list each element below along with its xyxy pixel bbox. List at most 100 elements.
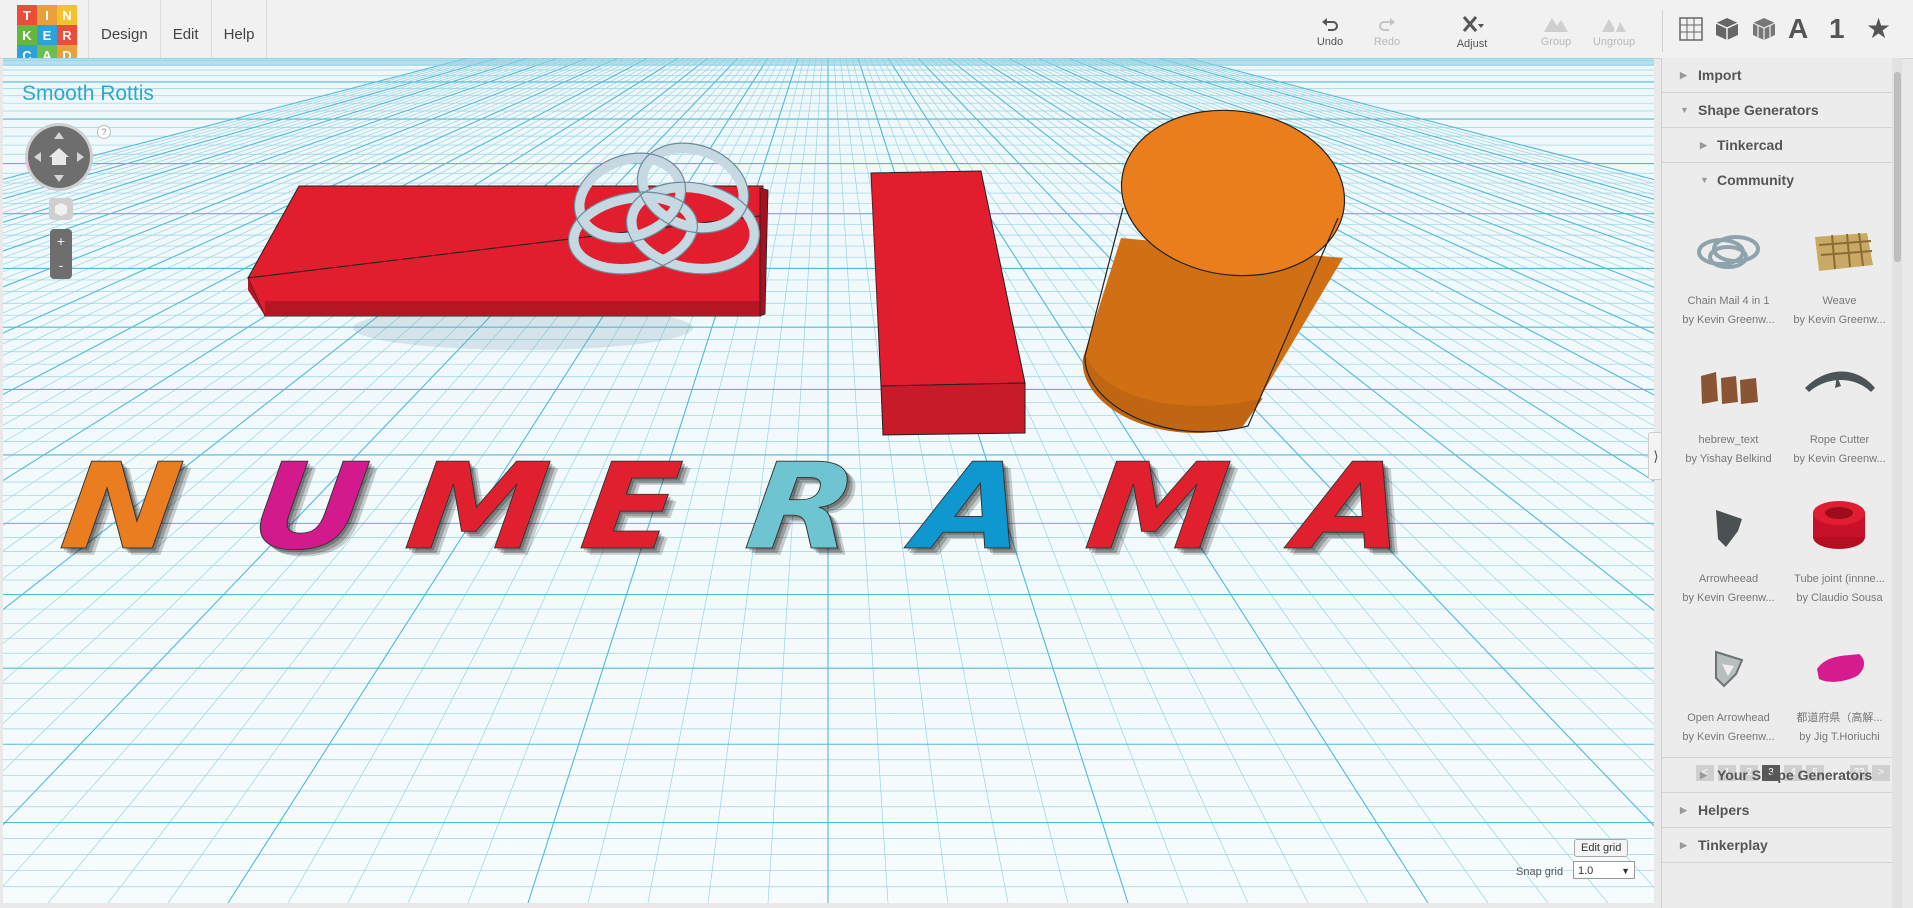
adjust-icon	[1462, 16, 1484, 32]
section-shape-generators-label: Shape Generators	[1698, 102, 1819, 118]
shape-card[interactable]: Arrowheead by Kevin Greenw...	[1676, 485, 1781, 608]
menu-edit[interactable]: Edit	[159, 0, 211, 58]
fit-view-button[interactable]	[49, 198, 73, 220]
canvas-letter[interactable]: U	[244, 438, 376, 577]
orbit-control[interactable]	[28, 126, 90, 188]
shape-card[interactable]: hebrew_textby Yishay Belkind	[1676, 346, 1781, 469]
tinkercad-logo[interactable]: TINKERCAD	[17, 5, 77, 65]
shape-author: by Kevin Greenw...	[1793, 314, 1886, 326]
shape-card[interactable]: Chain Mail 4 in 1 by Kevin Greenw...	[1676, 207, 1781, 330]
logo-letter: I	[37, 5, 57, 25]
shape-author: by Jig T.Horiuchi	[1799, 731, 1880, 743]
snap-grid-value: 1.0	[1578, 865, 1594, 877]
scrollbar-thumb[interactable]	[1894, 72, 1901, 262]
main-menu: Design Edit Help	[88, 0, 268, 58]
right-sidebar: ▶ Import ▼ Shape Generators ▶ Tinkercad ▼ Co…	[1661, 58, 1902, 908]
zoom-out-button[interactable]: -	[50, 254, 72, 279]
undo-label: Undo	[1316, 36, 1344, 48]
red-pillar-shape[interactable]	[870, 170, 1026, 436]
canvas-letter[interactable]: A	[909, 438, 1035, 577]
zoom-in-button[interactable]: +	[50, 229, 72, 254]
red-box-shape[interactable]	[247, 185, 769, 317]
shape-name: Open Arrowhead	[1687, 712, 1770, 724]
canvas-letter[interactable]: M	[1079, 438, 1236, 577]
number-tool-icon[interactable]: 1	[1829, 13, 1845, 45]
triangle-down-icon: ▼	[1700, 175, 1709, 185]
section-import-label: Import	[1698, 67, 1742, 83]
shape-card[interactable]: 都道府県（高解... by Jig T.Horiuchi	[1787, 624, 1892, 747]
shape-thumbnail	[1676, 624, 1781, 709]
shape-name: 都道府県（高解...	[1796, 712, 1883, 724]
logo-letter: T	[17, 5, 37, 25]
shape-thumbnail	[1787, 624, 1892, 709]
section-your-shape-generators-label: Your Shape Generators	[1717, 767, 1873, 783]
redo-button[interactable]: Redo	[1357, 14, 1417, 48]
shape-author: by Yishay Belkind	[1685, 453, 1772, 465]
shape-name: Arrowheead	[1698, 573, 1759, 585]
solid-cube-icon[interactable]	[1714, 16, 1740, 47]
canvas-letter[interactable]: A	[1289, 438, 1415, 577]
adjust-button[interactable]: Adjust	[1442, 14, 1502, 50]
shape-author: by Kevin Greenw...	[1682, 314, 1775, 326]
section-your-shape-generators[interactable]: ▶ Your Shape Generators	[1662, 757, 1902, 793]
workplane-grid-icon[interactable]	[1678, 16, 1704, 47]
shape-name: Weave	[1822, 295, 1857, 307]
numerama-text[interactable]: NUMERAMA	[54, 438, 1503, 577]
project-title[interactable]: Smooth Rottis	[22, 82, 154, 106]
section-tinkerplay[interactable]: ▶ Tinkerplay	[1662, 828, 1902, 863]
logo-letter: E	[37, 25, 57, 45]
section-tinkerplay-label: Tinkerplay	[1698, 837, 1768, 853]
shape-card[interactable]: Tube joint (innne... by Claudio Sousa	[1787, 485, 1892, 608]
canvas-letter[interactable]: N	[54, 438, 189, 577]
orange-cylinder-shape[interactable]	[1082, 96, 1356, 433]
logo-letter: R	[57, 25, 77, 45]
shape-card[interactable]: Rope Cutter by Kevin Greenw...	[1787, 346, 1892, 469]
ungroup-icon	[1602, 19, 1626, 32]
wireframe-cube-icon[interactable]	[1751, 16, 1777, 47]
star-icon[interactable]: ★	[1866, 12, 1891, 45]
shape-name: Chain Mail 4 in 1	[1687, 295, 1770, 307]
undo-button[interactable]: Undo	[1300, 14, 1360, 48]
shape-name: Rope Cutter	[1809, 434, 1870, 446]
shape-author: by Kevin Greenw...	[1793, 453, 1886, 465]
shape-card[interactable]: Weave by Kevin Greenw...	[1787, 207, 1892, 330]
toolbar-divider	[1662, 10, 1663, 52]
section-helpers[interactable]: ▶ Helpers	[1662, 793, 1902, 828]
section-community[interactable]: ▼ Community	[1662, 163, 1902, 197]
text-tool-icon[interactable]: A	[1788, 13, 1808, 45]
triangle-right-icon: ▶	[1680, 840, 1687, 850]
canvas-letter[interactable]: R	[739, 438, 865, 577]
section-tinkercad-label: Tinkercad	[1717, 137, 1783, 153]
section-shape-generators[interactable]: ▼ Shape Generators	[1662, 93, 1902, 128]
group-icon	[1544, 18, 1568, 32]
ungroup-button[interactable]: Ungroup	[1584, 14, 1644, 48]
section-tinkercad[interactable]: ▶ Tinkercad	[1662, 128, 1902, 163]
shape-thumbnail	[1787, 346, 1892, 431]
sidebar-scrollbar[interactable]	[1892, 58, 1902, 908]
zoom-control: + -	[50, 229, 72, 279]
snap-grid-label: Snap grid	[1516, 866, 1564, 878]
logo-letter: K	[17, 25, 37, 45]
shape-author: by Claudio Sousa	[1796, 592, 1883, 604]
edit-grid-button[interactable]: Edit grid	[1574, 839, 1629, 857]
menu-help[interactable]: Help	[210, 0, 268, 58]
shape-name: hebrew_text	[1698, 434, 1759, 446]
canvas-letter[interactable]: M	[399, 438, 556, 577]
triangle-right-icon: ▶	[1680, 70, 1687, 80]
group-button[interactable]: Group	[1526, 14, 1586, 48]
section-import[interactable]: ▶ Import	[1662, 58, 1902, 93]
shape-thumbnail	[1787, 485, 1892, 570]
canvas-letter[interactable]: E	[574, 438, 688, 577]
menu-design[interactable]: Design	[88, 0, 160, 58]
shape-card[interactable]: Open Arrowhead by Kevin Greenw...	[1676, 624, 1781, 747]
3d-viewport[interactable]: NUMERAMA Smooth Rottis ? + -	[3, 58, 1654, 903]
triangle-down-icon: ▼	[1680, 105, 1689, 115]
cube-view-icon	[55, 203, 67, 216]
triangle-right-icon: ▶	[1700, 140, 1707, 150]
home-icon[interactable]	[28, 126, 90, 188]
shape-thumbnail	[1676, 207, 1781, 292]
help-icon[interactable]: ?	[97, 125, 111, 139]
snap-grid-select[interactable]: 1.0 ▼	[1573, 861, 1635, 879]
shape-grid: <1 2 3 4 5... 23 > Chain Mail 4 in 1 by Kevin G…	[1662, 197, 1902, 781]
redo-label: Redo	[1373, 36, 1401, 48]
